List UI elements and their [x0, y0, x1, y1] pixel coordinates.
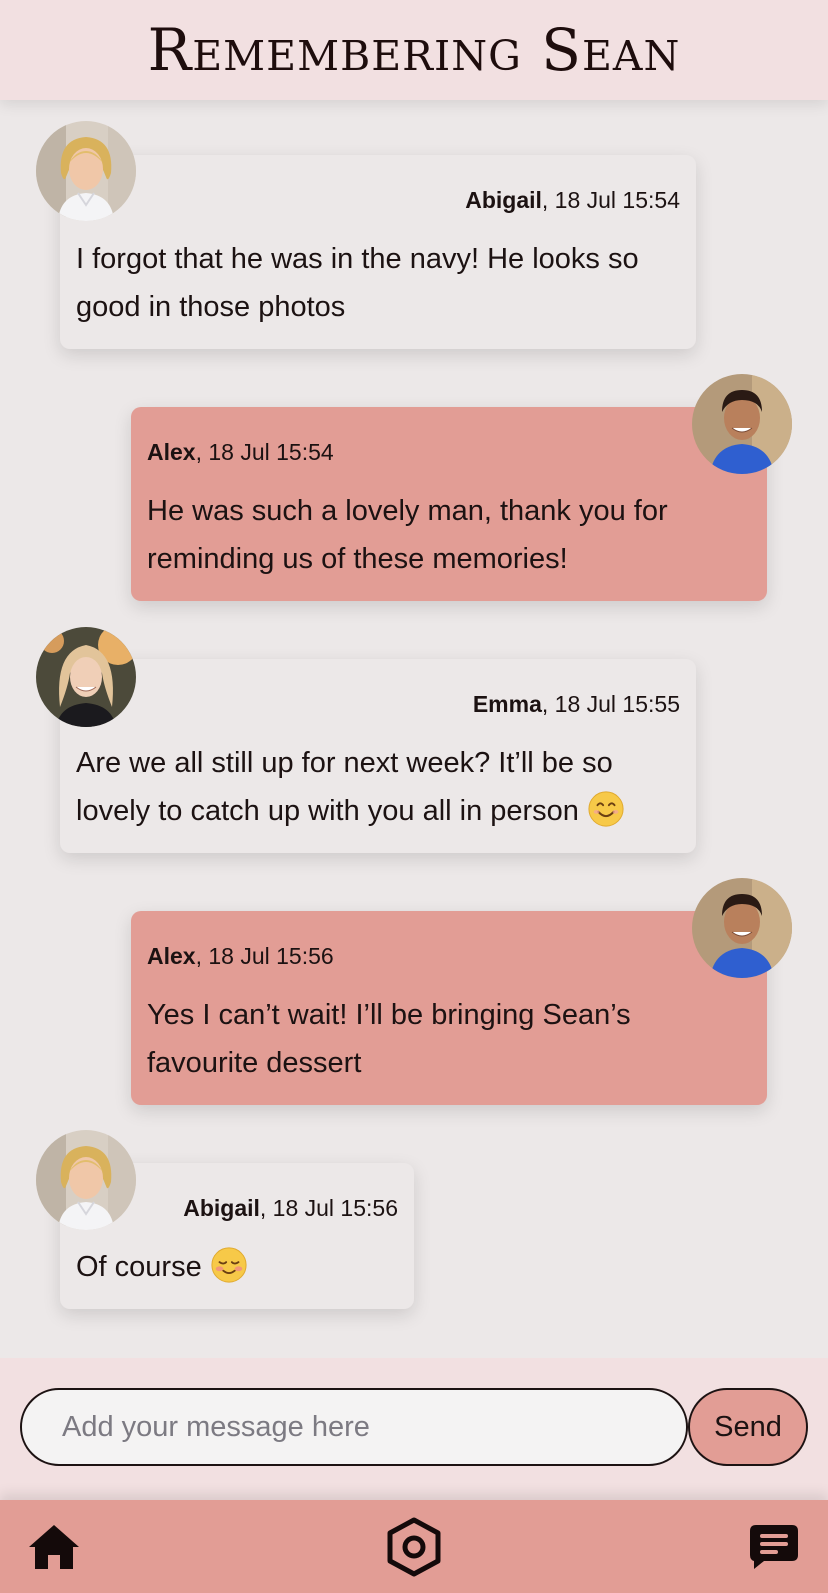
message-meta: Alex, 18 Jul 15:54 [147, 437, 749, 467]
smiling-face-emoji [588, 791, 624, 827]
message-composer: Send [0, 1358, 828, 1500]
blushing-smile-emoji [211, 1247, 247, 1283]
message-author: Emma [472, 691, 542, 717]
chat-icon [750, 1524, 798, 1569]
message-text-content: Of course [76, 1251, 202, 1283]
message-text: Yes I can’t wait! I’ll be bringing Sean’… [147, 999, 631, 1079]
message-text: He was such a lovely man, thank you for … [147, 495, 668, 575]
home-icon [29, 1524, 79, 1569]
app-header: Remembering Sean [0, 0, 828, 100]
message-timestamp: , 18 Jul 15:54 [541, 187, 680, 213]
nav-center[interactable] [364, 1500, 464, 1593]
avatar-abigail[interactable] [36, 1130, 136, 1230]
message-timestamp: , 18 Jul 15:54 [195, 439, 334, 465]
message-meta: Abigail, 18 Jul 15:54 [76, 185, 680, 215]
message-author: Alex [147, 943, 196, 969]
hexagon-logo-icon [387, 1517, 441, 1576]
message-list[interactable]: Abigail, 18 Jul 15:54 I forgot that he w… [0, 100, 828, 1358]
avatar-abigail[interactable] [36, 121, 136, 221]
message-author: Alex [147, 439, 196, 465]
message-timestamp: , 18 Jul 15:56 [259, 1195, 398, 1221]
message-text: Are we all still up for next week? It’ll… [76, 739, 680, 835]
message-text: Of course [76, 1243, 398, 1291]
message-meta: Emma, 18 Jul 15:55 [76, 689, 680, 719]
page-title: Remembering Sean [147, 16, 681, 84]
message-bubble: Emma, 18 Jul 15:55 Are we all still up f… [60, 659, 696, 853]
bottom-nav [0, 1500, 828, 1593]
nav-chat[interactable] [724, 1500, 824, 1593]
message-text-content: Are we all still up for next week? It’ll… [76, 747, 613, 827]
nav-home[interactable] [4, 1500, 104, 1593]
message-bubble: Abigail, 18 Jul 15:54 I forgot that he w… [60, 155, 696, 349]
message-bubble: Alex, 18 Jul 15:56 Yes I can’t wait! I’l… [131, 911, 767, 1105]
avatar-alex[interactable] [692, 374, 792, 474]
message-timestamp: , 18 Jul 15:55 [541, 691, 680, 717]
avatar-emma[interactable] [36, 627, 136, 727]
message-author: Abigail [183, 1195, 260, 1221]
send-button[interactable]: Send [688, 1388, 808, 1466]
message-bubble: Alex, 18 Jul 15:54 He was such a lovely … [131, 407, 767, 601]
message-author: Abigail [465, 187, 542, 213]
avatar-alex[interactable] [692, 878, 792, 978]
message-timestamp: , 18 Jul 15:56 [195, 943, 334, 969]
message-meta: Alex, 18 Jul 15:56 [147, 941, 749, 971]
message-input[interactable] [20, 1388, 688, 1466]
message-text: I forgot that he was in the navy! He loo… [76, 243, 639, 323]
